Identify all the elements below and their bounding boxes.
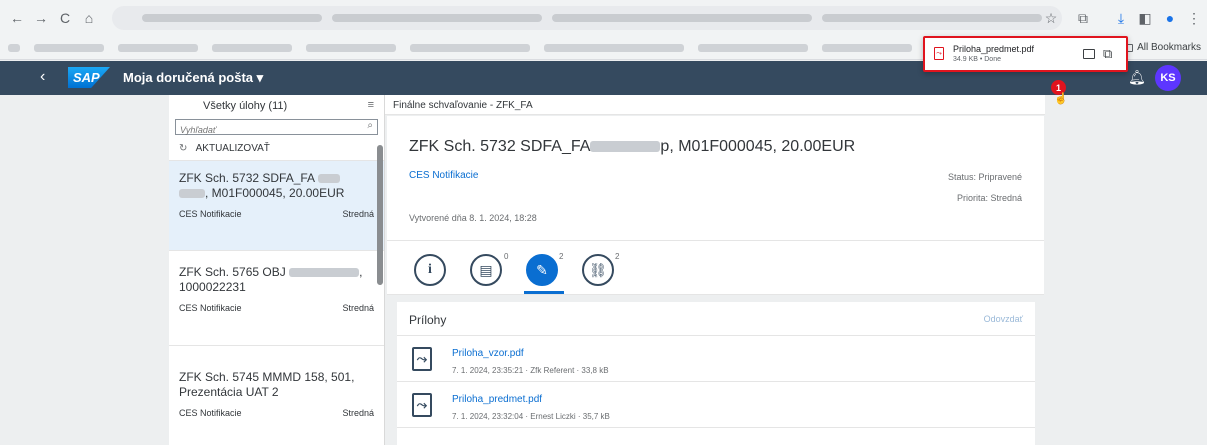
notification-bell-icon[interactable]: 🔔︎ [1128,69,1146,86]
search-icon[interactable]: ⌕ [367,120,373,131]
source-link[interactable]: CES Notifikacie [409,170,478,181]
all-bookmarks[interactable]: All Bookmarks [1122,42,1201,53]
extensions-icon[interactable]: ⧉ [1072,7,1094,29]
sidepanel-icon[interactable]: ◧ [1134,7,1156,29]
refresh-label: AKTUALIZOVAŤ [195,143,270,154]
list-item[interactable]: ZFK Sch. 5745 MMMD 158, 501, Prezentácia… [169,346,384,445]
avatar[interactable]: KS [1155,65,1181,91]
tab-links-icon[interactable]: ⛓ [582,254,614,286]
pdf-icon: ⤳ [412,393,432,417]
breadcrumb: Finálne schvaľovanie - ZFK_FA [385,95,1045,115]
sort-icon[interactable]: ≡ [368,99,374,111]
star-icon[interactable]: ☆ [1040,7,1062,29]
attachment-link[interactable]: Priloha_predmet.pdf [452,394,542,405]
sap-logo[interactable]: SAP [68,67,110,88]
tab-info-icon[interactable]: i [414,254,446,286]
upload-button[interactable]: Odovzdať [984,314,1023,324]
tab-notes-icon[interactable]: ▤ [470,254,502,286]
reload-icon[interactable]: C [54,7,76,29]
attachment-link[interactable]: Priloha_vzor.pdf [452,348,524,359]
browser-toolbar: ← → C ⌂ ☆ ⧉ ⤓ ◧ ● ⋮ [0,0,1207,36]
profile-icon[interactable]: ● [1159,7,1181,29]
list-item-title: ZFK Sch. 5732 SDFA_FA , M01F000045, 20.0… [179,171,345,200]
home-icon[interactable]: ⌂ [78,7,100,29]
back-icon[interactable]: ← [6,7,28,29]
list-item-title: ZFK Sch. 5765 OBJ , 1000022231 [179,265,363,294]
task-list-panel: Všetky úlohy (11) ≡ ⌕ ↻ AKTUALIZOVAŤ ZFK… [169,95,385,445]
tab-attachments-count: 2 [559,252,564,261]
refresh-button[interactable]: ↻ AKTUALIZOVAŤ [169,135,384,161]
search-input[interactable] [176,123,356,137]
task-list-header: Všetky úlohy (11) ≡ [169,95,384,115]
list-item[interactable]: ZFK Sch. 5732 SDFA_FA , M01F000045, 20.0… [169,161,384,251]
forward-icon[interactable]: → [30,7,52,29]
back-chevron-icon[interactable]: ‹ [40,68,58,86]
download-file-name[interactable]: Priloha_predmet.pdf [953,44,1034,54]
list-item-title: ZFK Sch. 5745 MMMD 158, 501, Prezentácia… [179,370,355,399]
active-tab-indicator [524,291,564,294]
all-bookmarks-label: All Bookmarks [1137,42,1201,53]
tab-attachments-icon[interactable]: ✎ [526,254,558,286]
menu-icon[interactable]: ⋮ [1183,7,1205,29]
attachment-row[interactable]: ⤳ Priloha_predmet.pdf 7. 1. 2024, 23:32:… [397,382,1035,428]
attachment-meta: 7. 1. 2024, 23:35:21 · Zfk Referent · 33… [452,366,609,375]
attachments-header: Prílohy Odovzdať [397,302,1035,336]
download-bubble: ⤳ Priloha_predmet.pdf 34.9 KB • Done ⧉ [923,36,1128,72]
download-icon[interactable]: ⤓ [1110,7,1132,29]
tab-notes-count: 0 [504,252,509,261]
pdf-icon: ⤳ [412,347,432,371]
list-item-source: CES Notifikacie [179,408,242,418]
priority-label: Priorita: Stredná [956,193,1022,203]
cursor-icon: ☝ [1054,93,1068,105]
icon-tab-bar: i ▤ 0 ✎ 2 ⛓ 2 [387,240,1044,295]
attachments-title: Prílohy [409,313,447,327]
list-item-source: CES Notifikacie [179,209,242,219]
list-item-source: CES Notifikacie [179,303,242,313]
page-title: ZFK Sch. 5732 SDFA_FA p, M01F000045, 20.0… [409,138,856,155]
tab-links-count: 2 [615,252,620,261]
scrollbar[interactable] [377,145,383,285]
show-in-folder-icon[interactable] [1083,49,1095,59]
list-item[interactable]: ZFK Sch. 5765 OBJ , 1000022231 CES Notif… [169,251,384,346]
search-field[interactable]: ⌕ [175,119,378,137]
list-item-priority: Stredná [342,303,374,313]
status-badge: Status: Pripravené [947,172,1022,182]
attachment-row[interactable]: ⤳ Priloha_vzor.pdf 7. 1. 2024, 23:35:21 … [397,336,1035,382]
object-header: ZFK Sch. 5732 SDFA_FA p, M01F000045, 20.0… [387,116,1044,240]
created-date: Vytvorené dňa 8. 1. 2024, 18:28 [409,213,537,223]
task-list-title: Všetky úlohy (11) [203,100,288,112]
download-meta: 34.9 KB • Done [953,56,1001,63]
open-external-icon[interactable]: ⧉ [1103,46,1112,62]
app-title[interactable]: Moja doručená pošta ▾ [123,70,263,86]
pdf-file-icon: ⤳ [934,47,944,60]
list-item-priority: Stredná [342,408,374,418]
attachment-meta: 7. 1. 2024, 23:32:04 · Ernest Liczki · 3… [452,412,610,421]
attachments-section: Prílohy Odovzdať ⤳ Priloha_vzor.pdf 7. 1… [397,302,1035,445]
list-item-priority: Stredná [342,209,374,219]
address-bar[interactable] [112,6,1062,30]
refresh-icon: ↻ [179,143,188,154]
